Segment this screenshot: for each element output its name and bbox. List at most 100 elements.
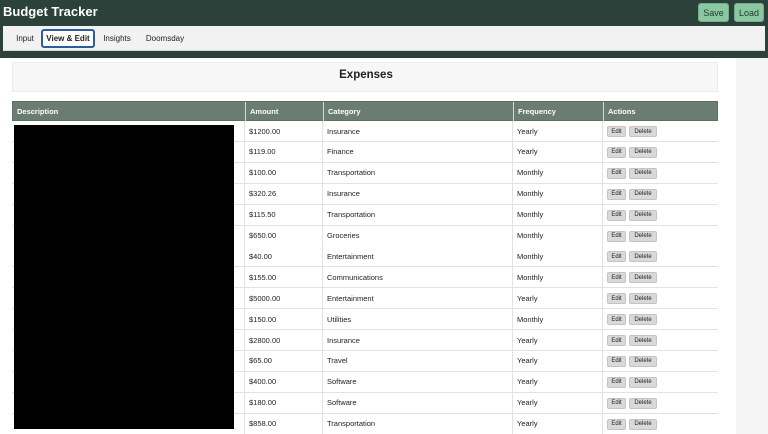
actions-cell: Edit Delete — [603, 288, 718, 308]
tab-input[interactable]: Input — [12, 29, 38, 48]
delete-button[interactable]: Delete — [629, 397, 657, 409]
frequency-cell: Yearly — [513, 350, 603, 371]
edit-button[interactable]: Edit — [607, 397, 626, 409]
frequency-cell: Monthly — [513, 309, 603, 330]
category-cell: Transportation — [323, 162, 513, 183]
edit-button[interactable]: Edit — [607, 209, 626, 221]
delete-button[interactable]: Delete — [629, 188, 657, 200]
frequency-cell: Yearly — [513, 330, 603, 350]
category-cell: Utilities — [323, 309, 513, 330]
category-cell: Entertainment — [323, 288, 513, 309]
delete-button[interactable]: Delete — [629, 230, 657, 242]
edit-button[interactable]: Edit — [607, 251, 626, 263]
frequency-cell: Yearly — [513, 121, 603, 141]
save-button[interactable]: Save — [698, 3, 729, 22]
edit-button[interactable]: Edit — [607, 188, 626, 200]
frequency-cell: Yearly — [513, 371, 603, 392]
amount-cell: $320.26 — [245, 183, 323, 204]
panel-title: Expenses — [339, 69, 393, 81]
delete-button[interactable]: Delete — [629, 376, 657, 388]
category-cell: Insurance — [323, 330, 513, 350]
tab-doomsday[interactable]: Doomsday — [143, 29, 187, 48]
edit-button[interactable]: Edit — [607, 376, 626, 388]
category-cell: Insurance — [323, 183, 513, 204]
table-header: Description Amount Category Frequency Ac… — [12, 101, 718, 121]
delete-button[interactable]: Delete — [629, 209, 657, 221]
actions-cell: Edit Delete — [603, 309, 718, 329]
amount-cell: $400.00 — [245, 371, 323, 392]
actions-cell: Edit Delete — [603, 163, 718, 183]
amount-cell: $150.00 — [245, 309, 323, 330]
delete-button[interactable]: Delete — [629, 146, 657, 158]
category-cell: Entertainment — [323, 246, 513, 267]
amount-cell: $2800.00 — [245, 330, 323, 350]
actions-cell: Edit Delete — [603, 393, 718, 413]
amount-cell: $155.00 — [245, 267, 323, 288]
edit-button[interactable]: Edit — [607, 167, 626, 179]
column-header-frequency: Frequency — [514, 102, 604, 121]
edit-button[interactable]: Edit — [607, 230, 626, 242]
category-cell: Communications — [323, 267, 513, 288]
tab-insights[interactable]: Insights — [101, 29, 133, 48]
edit-button[interactable]: Edit — [607, 146, 626, 158]
amount-cell: $5000.00 — [245, 288, 323, 309]
category-cell: Groceries — [323, 225, 513, 246]
amount-cell: $1200.00 — [245, 121, 323, 141]
amount-cell: $180.00 — [245, 392, 323, 413]
category-cell: Travel — [323, 350, 513, 371]
redacted-description-block — [14, 125, 234, 429]
delete-button[interactable]: Delete — [629, 418, 657, 430]
actions-cell: Edit Delete — [603, 246, 718, 266]
amount-cell: $650.00 — [245, 225, 323, 246]
load-button[interactable]: Load — [734, 3, 764, 22]
edit-button[interactable]: Edit — [607, 293, 626, 305]
amount-cell: $65.00 — [245, 350, 323, 371]
edit-button[interactable]: Edit — [607, 126, 626, 137]
actions-cell: Edit Delete — [603, 330, 718, 350]
actions-cell: Edit Delete — [603, 184, 718, 204]
frequency-cell: Monthly — [513, 204, 603, 225]
frequency-cell: Monthly — [513, 183, 603, 204]
category-cell: Finance — [323, 141, 513, 162]
frequency-cell: Monthly — [513, 225, 603, 246]
delete-button[interactable]: Delete — [629, 167, 657, 179]
actions-cell: Edit Delete — [603, 372, 718, 392]
category-cell: Transportation — [323, 204, 513, 225]
amount-cell: $115.50 — [245, 204, 323, 225]
tab-view-edit[interactable]: View & Edit — [41, 29, 95, 48]
actions-cell: Edit Delete — [603, 226, 718, 246]
scrollbar-track[interactable] — [736, 58, 768, 434]
delete-button[interactable]: Delete — [629, 126, 657, 137]
tab-bar: Input View & Edit Insights Doomsday — [3, 26, 765, 51]
expenses-panel: Expenses — [12, 62, 718, 92]
delete-button[interactable]: Delete — [629, 251, 657, 263]
app-title: Budget Tracker — [3, 4, 98, 19]
delete-button[interactable]: Delete — [629, 314, 657, 326]
delete-button[interactable]: Delete — [629, 355, 657, 367]
actions-cell: Edit Delete — [603, 121, 718, 141]
edit-button[interactable]: Edit — [607, 335, 626, 346]
amount-cell: $100.00 — [245, 162, 323, 183]
delete-button[interactable]: Delete — [629, 272, 657, 284]
frequency-cell: Yearly — [513, 141, 603, 162]
amount-cell: $40.00 — [245, 246, 323, 267]
column-header-category: Category — [324, 102, 514, 121]
actions-cell: Edit Delete — [603, 414, 718, 434]
category-cell: Software — [323, 392, 513, 413]
category-cell: Transportation — [323, 413, 513, 434]
edit-button[interactable]: Edit — [607, 314, 626, 326]
edit-button[interactable]: Edit — [607, 418, 626, 430]
column-header-description: Description — [13, 102, 246, 121]
edit-button[interactable]: Edit — [607, 355, 626, 367]
frequency-cell: Monthly — [513, 246, 603, 267]
actions-cell: Edit Delete — [603, 142, 718, 162]
delete-button[interactable]: Delete — [629, 293, 657, 305]
frequency-cell: Monthly — [513, 267, 603, 288]
app-header: Budget Tracker Save Load — [0, 0, 768, 26]
delete-button[interactable]: Delete — [629, 335, 657, 346]
frequency-cell: Yearly — [513, 392, 603, 413]
edit-button[interactable]: Edit — [607, 272, 626, 284]
actions-cell: Edit Delete — [603, 351, 718, 371]
amount-cell: $858.00 — [245, 413, 323, 434]
frequency-cell: Yearly — [513, 413, 603, 434]
